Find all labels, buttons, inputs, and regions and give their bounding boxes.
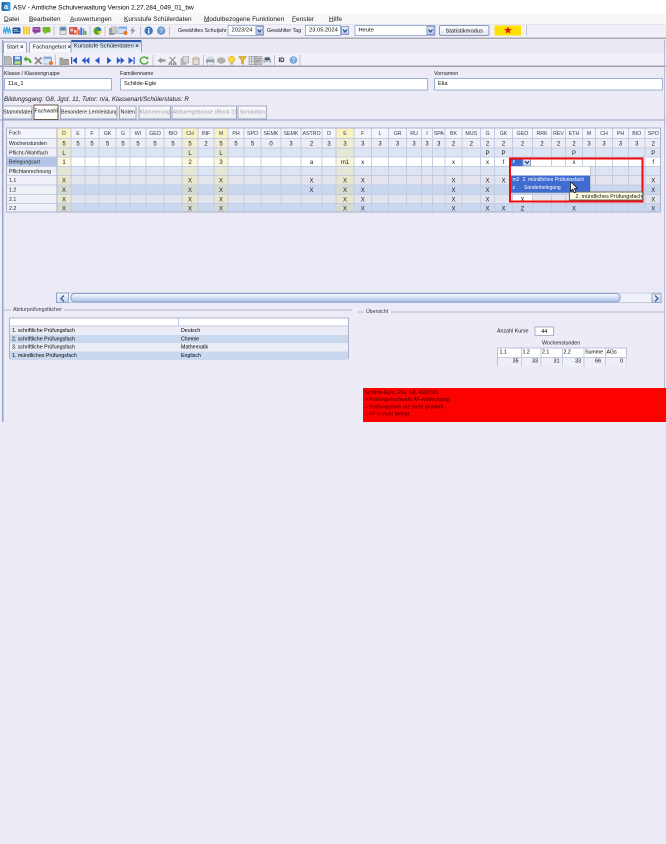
svg-text:?: ? <box>159 28 163 35</box>
